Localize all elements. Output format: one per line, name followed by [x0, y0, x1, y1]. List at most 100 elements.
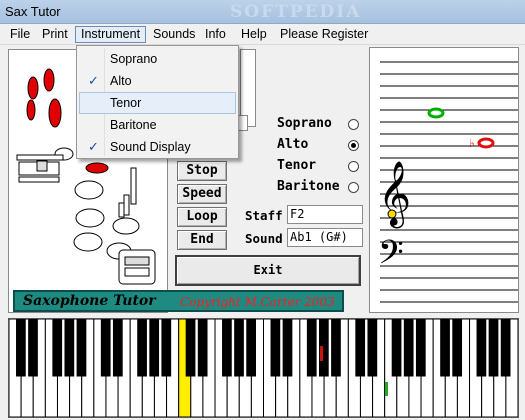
dropdown-item-baritone[interactable]: Baritone	[79, 114, 236, 136]
black-key[interactable]	[391, 318, 402, 377]
finger-hole-4[interactable]	[112, 217, 140, 235]
front-f-key[interactable]	[48, 98, 62, 128]
side-bar-key-left[interactable]	[118, 202, 125, 218]
treble-clef-icon: 𝄞	[378, 161, 411, 228]
finger-hole-2[interactable]	[75, 208, 105, 228]
black-key[interactable]	[100, 318, 111, 377]
instrument-dropdown-menu: Soprano ✓ Alto Tenor Baritone ✓ Sound Di…	[76, 45, 239, 159]
side-bar-key-upper[interactable]	[123, 194, 130, 216]
radio-baritone[interactable]	[348, 182, 359, 193]
sound-field: Ab1 (G#)	[287, 228, 363, 247]
radio-label-baritone: Baritone	[277, 179, 340, 194]
staff-label: Staff	[245, 208, 283, 223]
black-key[interactable]	[52, 318, 63, 377]
black-key[interactable]	[306, 318, 317, 377]
menu-sounds[interactable]: Sounds	[148, 26, 200, 43]
left-palm-key-1[interactable]	[27, 76, 39, 100]
window-title: Sax Tutor	[5, 4, 61, 19]
finger-hole-3[interactable]	[73, 232, 103, 252]
side-bar-key-right[interactable]	[130, 167, 137, 205]
dropdown-item-sound-display[interactable]: ✓ Sound Display	[79, 136, 236, 158]
radio-soprano[interactable]	[348, 119, 359, 130]
black-key[interactable]	[222, 318, 232, 377]
black-key[interactable]	[197, 318, 208, 377]
black-key[interactable]	[185, 318, 196, 377]
dropdown-item-label: Baritone	[110, 118, 157, 132]
black-key[interactable]	[452, 318, 463, 377]
dropdown-item-alto[interactable]: ✓ Alto	[79, 70, 236, 92]
checkmark-icon: ✓	[88, 139, 99, 154]
radio-alto[interactable]	[348, 140, 359, 151]
side-key-bar-1	[16, 154, 64, 161]
menu-instrument[interactable]: Instrument	[75, 26, 147, 43]
stop-button[interactable]: Stop	[177, 161, 227, 181]
dropdown-item-label: Soprano	[110, 52, 158, 66]
piano-keyboard[interactable]	[8, 318, 519, 418]
staff-field: F2	[287, 205, 363, 224]
checkmark-icon: ✓	[88, 73, 99, 88]
bis-key[interactable]	[85, 162, 109, 174]
black-key[interactable]	[161, 318, 172, 377]
dropdown-item-label: Tenor	[110, 96, 142, 110]
left-palm-key-2[interactable]	[43, 68, 55, 92]
title-banner: Saxophone Tutor Copyright M.Carter 2003	[13, 290, 344, 312]
dropdown-item-tenor[interactable]: Tenor	[79, 92, 236, 114]
bass-clef-icon: 𝄢	[378, 234, 404, 280]
finger-hole-1[interactable]	[74, 180, 104, 200]
black-key[interactable]	[76, 318, 87, 377]
black-key[interactable]	[476, 318, 487, 377]
low-key-lower	[124, 267, 150, 277]
music-staff-panel: 𝄞 𝄢 ♭	[369, 47, 519, 313]
menu-bar: File Print Instrument Sounds Info Help P…	[0, 24, 525, 45]
exit-button[interactable]: Exit	[175, 255, 361, 286]
dropdown-item-label: Sound Display	[110, 140, 191, 154]
low-key-upper	[124, 256, 150, 266]
radio-selected-dot	[351, 143, 356, 148]
black-key[interactable]	[16, 318, 26, 377]
black-key[interactable]	[234, 318, 244, 377]
music-staff: 𝄞 𝄢 ♭	[378, 61, 518, 303]
title-bar: Sax Tutor SOFTPEDIA	[0, 0, 525, 24]
loop-button[interactable]: Loop	[177, 207, 227, 227]
black-key[interactable]	[440, 318, 450, 377]
flat-sign-icon: ♭	[469, 136, 475, 150]
banner-title: Saxophone Tutor	[23, 293, 156, 309]
left-palm-key-3[interactable]	[26, 99, 36, 121]
black-key[interactable]	[488, 318, 499, 377]
radio-tenor[interactable]	[348, 161, 359, 172]
black-key[interactable]	[331, 318, 341, 377]
black-key[interactable]	[28, 318, 38, 377]
dropdown-item-label: Alto	[110, 74, 132, 88]
watermark-text: SOFTPEDIA	[230, 2, 362, 22]
black-key[interactable]	[403, 318, 414, 377]
sound-label: Sound	[245, 231, 283, 246]
menu-info[interactable]: Info	[200, 26, 231, 43]
green-note-icon	[427, 107, 445, 119]
black-key[interactable]	[500, 318, 511, 377]
black-key[interactable]	[246, 318, 257, 377]
menu-help[interactable]: Help	[236, 26, 272, 43]
banner-copyright: Copyright M.Carter 2003	[180, 295, 335, 309]
menu-file[interactable]: File	[5, 26, 35, 43]
black-key[interactable]	[270, 318, 281, 377]
black-key[interactable]	[137, 318, 147, 377]
side-key-bar-2	[18, 176, 60, 183]
black-key[interactable]	[367, 318, 378, 377]
piano-keys[interactable]	[8, 318, 519, 418]
radio-label-alto: Alto	[277, 137, 309, 152]
black-key[interactable]	[64, 318, 75, 377]
menu-print[interactable]: Print	[37, 26, 73, 43]
green-key-marker	[385, 382, 388, 396]
black-key[interactable]	[355, 318, 366, 377]
menu-please-register[interactable]: Please Register	[275, 26, 373, 43]
speed-button[interactable]: Speed	[177, 184, 227, 204]
note-marker-yellow	[387, 209, 397, 219]
end-button[interactable]: End	[177, 230, 227, 250]
black-key[interactable]	[282, 318, 293, 377]
low-key-cluster[interactable]	[118, 249, 156, 285]
black-key[interactable]	[415, 318, 426, 377]
radio-label-soprano: Soprano	[277, 116, 332, 131]
dropdown-item-soprano[interactable]: Soprano	[79, 48, 236, 70]
black-key[interactable]	[149, 318, 160, 377]
black-key[interactable]	[112, 318, 123, 377]
